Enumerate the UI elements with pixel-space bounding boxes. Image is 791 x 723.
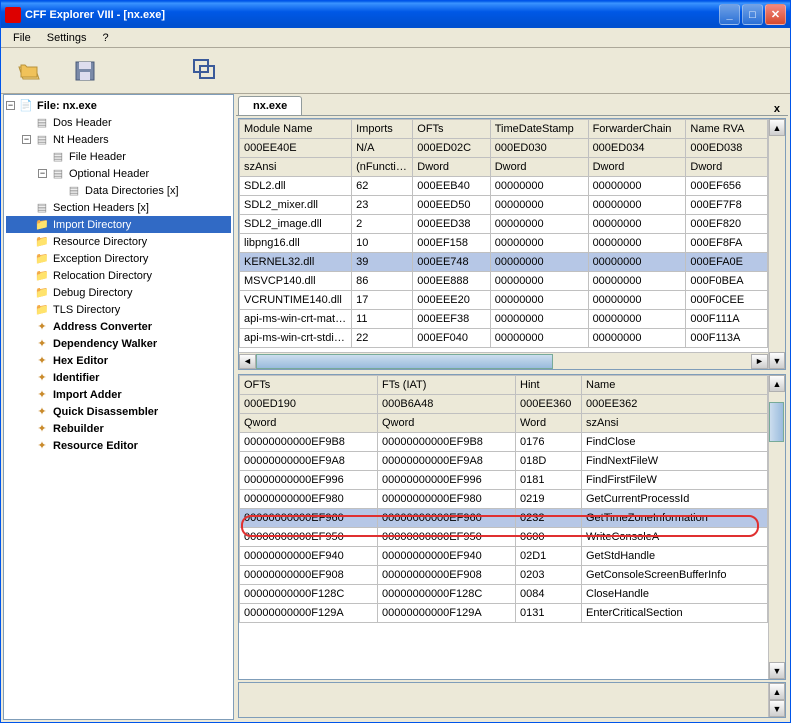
titlebar[interactable]: CFF Explorer VIII - [nx.exe] _ □ ✕ [1,1,790,28]
tab-close-button[interactable]: x [766,103,788,115]
functions-grid[interactable]: OFTsFTs (IAT)HintName000ED190000B6A48000… [238,374,786,680]
maximize-button[interactable]: □ [742,4,763,25]
tree-resource-editor[interactable]: ✦Resource Editor [6,437,231,454]
column-header[interactable]: OFTs [240,376,378,395]
column-header[interactable]: Module Name [240,120,352,139]
table-row[interactable]: KERNEL32.dll39000EE748000000000000000000… [240,253,768,272]
tree-relocation-directory[interactable]: 📁Relocation Directory [6,267,231,284]
tabstrip: nx.exe x [236,94,788,116]
table-row[interactable]: api-ms-win-crt-math-l...11000EEF38000000… [240,310,768,329]
table-row[interactable]: VCRUNTIME140.dll17000EEE2000000000000000… [240,291,768,310]
table-row[interactable]: 00000000000EF95000000000000EF9500600Writ… [240,528,768,547]
scroll-down-icon[interactable]: ▼ [769,352,785,369]
table-row[interactable]: libpng16.dll10000EF158000000000000000000… [240,234,768,253]
column-header[interactable]: TimeDateStamp [490,120,588,139]
meta-row: szAnsi(nFunctions)DwordDwordDwordDword [240,158,768,177]
menu-file[interactable]: File [5,30,39,46]
hscrollbar[interactable]: ◄ ► [239,352,768,369]
scroll-left-icon[interactable]: ◄ [239,354,256,369]
tree-quick-disassembler[interactable]: ✦Quick Disassembler [6,403,231,420]
meta-row: QwordQwordWordszAnsi [240,414,768,433]
vscrollbar[interactable]: ▲ ▼ [768,119,785,369]
table-row[interactable]: 00000000000EF9A800000000000EF9A8018DFind… [240,452,768,471]
app-icon [5,7,21,23]
column-header[interactable]: ForwarderChain [588,120,686,139]
table-row[interactable]: 00000000000EF94000000000000EF94002D1GetS… [240,547,768,566]
tree-import-adder[interactable]: ✦Import Adder [6,386,231,403]
tree-dos-header[interactable]: ▤Dos Header [6,114,231,131]
open-icon[interactable] [13,55,45,87]
tree-file-header[interactable]: ▤File Header [6,148,231,165]
scroll-down-icon[interactable]: ▼ [769,662,785,679]
tree-tls-directory[interactable]: 📁TLS Directory [6,301,231,318]
column-header[interactable]: Imports [352,120,413,139]
column-header[interactable]: Name [582,376,768,395]
tree-dependency-walker[interactable]: ✦Dependency Walker [6,335,231,352]
vscrollbar-bot[interactable]: ▲ ▼ [768,375,785,679]
tree-section-headers[interactable]: ▤Section Headers [x] [6,199,231,216]
column-header[interactable]: FTs (IAT) [378,376,516,395]
tree-view[interactable]: −📄File: nx.exe ▤Dos Header −▤Nt Headers … [3,94,234,720]
modules-grid[interactable]: Module NameImportsOFTsTimeDateStampForwa… [238,118,786,370]
cascade-icon[interactable] [189,55,221,87]
scroll-up-icon[interactable]: ▲ [769,375,785,392]
table-row[interactable]: 00000000000EF96000000000000EF9600232GetT… [240,509,768,528]
tree-resource-directory[interactable]: 📁Resource Directory [6,233,231,250]
menu-settings[interactable]: Settings [39,30,95,46]
bottom-panel: ▲ ▼ [238,682,786,718]
scroll-down-icon[interactable]: ▼ [769,700,785,717]
scroll-up-icon[interactable]: ▲ [769,119,785,136]
tab-nx-exe[interactable]: nx.exe [238,96,302,115]
table-row[interactable]: api-ms-win-crt-stdio-l...22000EF04000000… [240,329,768,348]
meta-row: 000ED190000B6A48000EE360000EE362 [240,395,768,414]
scroll-thumb[interactable] [769,402,784,442]
tree-data-directories[interactable]: ▤Data Directories [x] [6,182,231,199]
table-row[interactable]: SDL2_mixer.dll23000EED500000000000000000… [240,196,768,215]
scroll-up-icon[interactable]: ▲ [769,683,785,700]
tree-identifier[interactable]: ✦Identifier [6,369,231,386]
scroll-right-icon[interactable]: ► [751,354,768,369]
table-row[interactable]: SDL2_image.dll2000EED3800000000000000000… [240,215,768,234]
toolbar [1,48,790,94]
tree-nt-headers[interactable]: −▤Nt Headers [6,131,231,148]
table-row[interactable]: 00000000000EF98000000000000EF9800219GetC… [240,490,768,509]
table-row[interactable]: 00000000000EF99600000000000EF9960181Find… [240,471,768,490]
close-button[interactable]: ✕ [765,4,786,25]
table-row[interactable]: 00000000000EF90800000000000EF9080203GetC… [240,566,768,585]
table-row[interactable]: SDL2.dll62000EEB400000000000000000000EF6… [240,177,768,196]
table-row[interactable]: 00000000000F129A00000000000F129A0131Ente… [240,604,768,623]
tree-rebuilder[interactable]: ✦Rebuilder [6,420,231,437]
tree-address-converter[interactable]: ✦Address Converter [6,318,231,335]
save-icon[interactable] [69,55,101,87]
table-row[interactable]: 00000000000F128C00000000000F128C0084Clos… [240,585,768,604]
column-header[interactable]: Hint [516,376,582,395]
tree-exception-directory[interactable]: 📁Exception Directory [6,250,231,267]
table-row[interactable]: 00000000000EF9B800000000000EF9B80176Find… [240,433,768,452]
vscrollbar-bottom[interactable]: ▲ ▼ [768,683,785,717]
tree-hex-editor[interactable]: ✦Hex Editor [6,352,231,369]
minimize-button[interactable]: _ [719,4,740,25]
meta-row: 000EE40EN/A000ED02C000ED030000ED034000ED… [240,139,768,158]
column-header[interactable]: Name RVA [686,120,768,139]
column-header[interactable]: OFTs [413,120,490,139]
window-title: CFF Explorer VIII - [nx.exe] [25,9,165,21]
scroll-thumb[interactable] [256,354,553,369]
menu-help[interactable]: ? [94,30,116,46]
tree-import-directory[interactable]: 📁Import Directory [6,216,231,233]
tree-debug-directory[interactable]: 📁Debug Directory [6,284,231,301]
menubar: File Settings ? [1,28,790,48]
tree-root[interactable]: −📄File: nx.exe [6,97,231,114]
tree-optional-header[interactable]: −▤Optional Header [6,165,231,182]
table-row[interactable]: MSVCP140.dll86000EE888000000000000000000… [240,272,768,291]
